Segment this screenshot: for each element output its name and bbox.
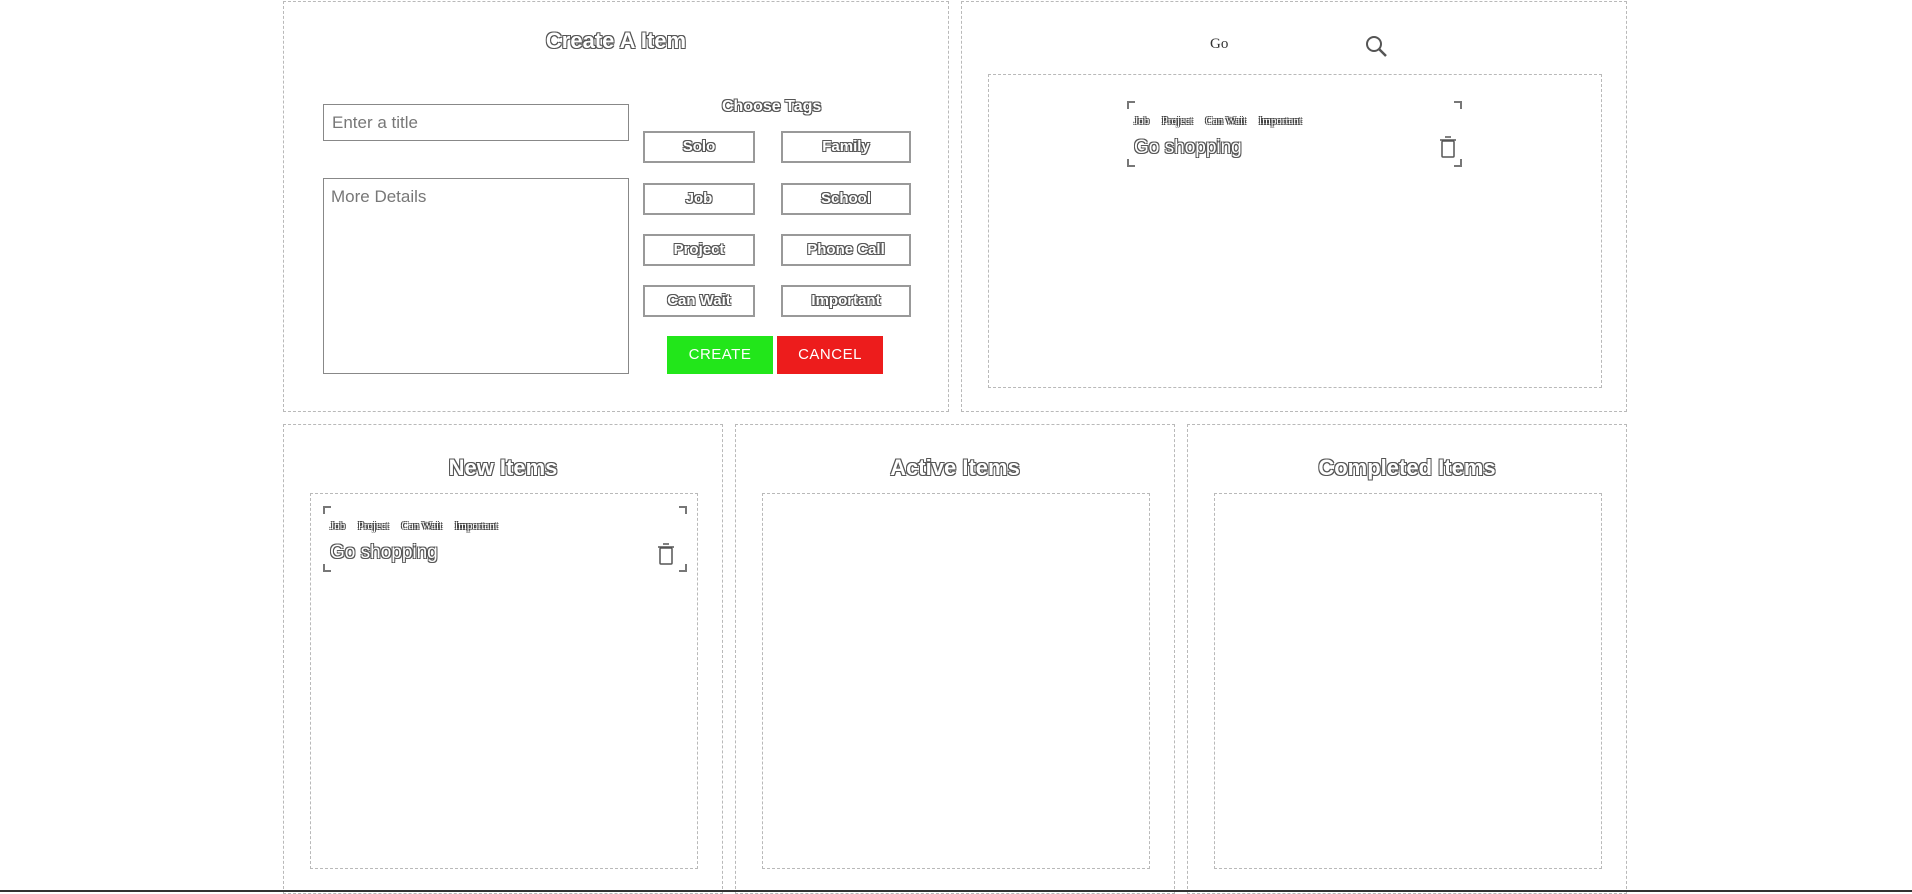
tag-important-button[interactable]: Important [781,285,911,317]
tag-important-pill: Important [1258,115,1302,127]
search-panel: Go Job Project Can Wait Important Go sho… [961,1,1627,412]
title-input[interactable] [323,104,629,141]
tag-project-button[interactable]: Project [643,234,755,266]
active-items-heading: Active Items [890,455,1020,480]
create-button[interactable]: CREATE [667,336,773,374]
completed-items-list [1214,493,1602,869]
result-card[interactable]: Job Project Can Wait Important Go shoppi… [1127,101,1462,167]
tag-solo-button[interactable]: Solo [643,131,755,163]
new-items-panel: New Items Job Project Can Wait Important… [283,424,723,894]
choose-tags-heading: Choose Tags [722,98,822,115]
search-results-box: Job Project Can Wait Important Go shoppi… [988,74,1602,388]
tag-can-wait-button[interactable]: Can Wait [643,285,755,317]
list-item[interactable]: Job Project Can Wait Important Go shoppi… [323,506,687,572]
create-item-panel: Create A Item Choose Tags Solo Family Jo… [283,1,949,412]
new-items-list: Job Project Can Wait Important Go shoppi… [310,493,698,869]
tag-family-button[interactable]: Family [781,131,911,163]
tag-school-button[interactable]: School [781,183,911,215]
search-icon[interactable] [1364,34,1388,58]
tag-job-pill: Job [1134,115,1150,127]
details-textarea[interactable] [323,178,629,374]
tag-project-pill: Project [1161,115,1193,127]
trash-icon[interactable] [656,542,676,566]
tag-job-button[interactable]: Job [643,183,755,215]
new-items-heading: New Items [448,455,558,480]
cancel-button[interactable]: CANCEL [777,336,883,374]
completed-items-heading: Completed Items [1318,455,1496,480]
trash-icon[interactable] [1438,135,1458,159]
search-query-text[interactable]: Go [1210,36,1228,53]
item-title: Go shopping [330,542,438,563]
create-item-heading: Create A Item [545,28,687,53]
tag-can-wait-pill: Can Wait [1205,115,1247,127]
active-items-list [762,493,1150,869]
tag-important-pill: Important [454,520,498,532]
tag-job-pill: Job [330,520,346,532]
tag-phone-call-button[interactable]: Phone Call [781,234,911,266]
active-items-panel: Active Items [735,424,1175,894]
tag-can-wait-pill: Can Wait [401,520,443,532]
tag-project-pill: Project [357,520,389,532]
completed-items-panel: Completed Items [1187,424,1627,894]
result-card-title: Go shopping [1134,137,1242,158]
